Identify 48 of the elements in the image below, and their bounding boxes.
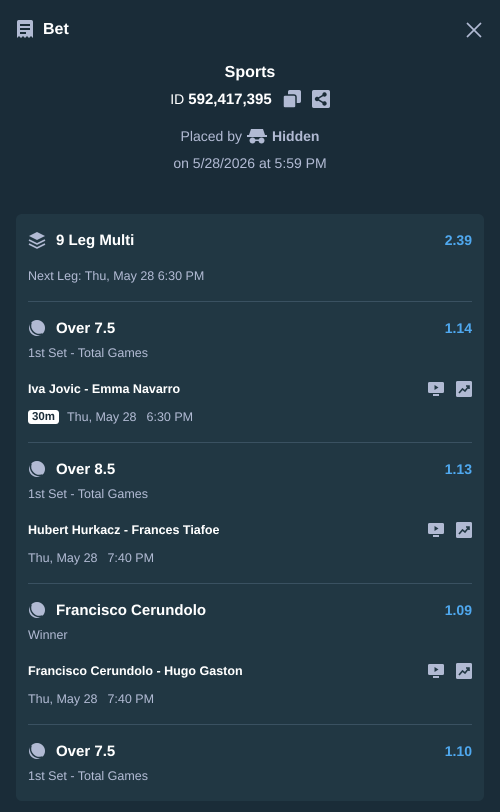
match-date: Thu, May 28 [28, 551, 98, 565]
market-name: 1st Set - Total Games [28, 487, 149, 501]
chart-icon[interactable] [456, 663, 472, 679]
selection-odds: 1.13 [444, 461, 472, 477]
tennis-ball-icon [28, 742, 46, 760]
bet-id-label: ID [170, 91, 184, 107]
next-leg-time: Next Leg: Thu, May 28 6:30 PM [28, 269, 206, 283]
placed-by-user: Hidden [272, 128, 320, 144]
selection-odds: 1.09 [444, 602, 472, 618]
tennis-ball-icon [28, 460, 46, 478]
match-name: Francisco Cerundolo - Hugo Gaston [28, 664, 243, 678]
market-name: 1st Set - Total Games [28, 346, 149, 360]
match-time: 7:40 PM [107, 692, 154, 706]
copy-icon[interactable] [282, 90, 301, 108]
match-date: Thu, May 28 [28, 692, 98, 706]
selection-name: Over 7.5 [56, 742, 116, 760]
bet-slip-icon [16, 20, 34, 40]
chart-icon[interactable] [456, 381, 472, 397]
share-icon[interactable] [312, 90, 330, 108]
selection-name: Over 8.5 [56, 460, 116, 478]
market-name: Winner [28, 628, 69, 642]
bet-id: 592,417,395 [188, 90, 272, 108]
bet-type: 9 Leg Multi [56, 232, 134, 248]
tennis-ball-icon [28, 601, 46, 619]
chart-icon[interactable] [456, 522, 472, 538]
total-odds: 2.39 [444, 232, 472, 248]
match-date: Thu, May 28 [67, 410, 137, 424]
tv-icon[interactable] [428, 664, 444, 678]
bet-category: Sports [224, 64, 276, 82]
tv-icon[interactable] [428, 382, 444, 396]
time-badge: 30m [28, 410, 60, 424]
tv-icon[interactable] [428, 523, 444, 537]
selection-name: Over 7.5 [56, 320, 116, 336]
placed-date: on 5/28/2026 at 5:59 PM [173, 155, 327, 171]
dialog-title: Bet [43, 21, 69, 39]
close-icon[interactable] [466, 22, 482, 38]
selection-odds: 1.10 [444, 743, 472, 759]
selection-odds: 1.14 [444, 320, 472, 336]
tennis-ball-icon [28, 319, 46, 337]
match-time: 7:40 PM [107, 551, 154, 565]
incognito-icon [247, 128, 268, 144]
selection-name: Francisco Cerundolo [56, 602, 206, 618]
match-name: Iva Jovic - Emma Navarro [28, 382, 180, 396]
match-name: Hubert Hurkacz - Frances Tiafoe [28, 523, 220, 537]
placed-by-label: Placed by [180, 128, 242, 144]
layers-icon [28, 231, 46, 249]
market-name: 1st Set - Total Games [28, 769, 149, 783]
match-time: 6:30 PM [146, 410, 194, 424]
